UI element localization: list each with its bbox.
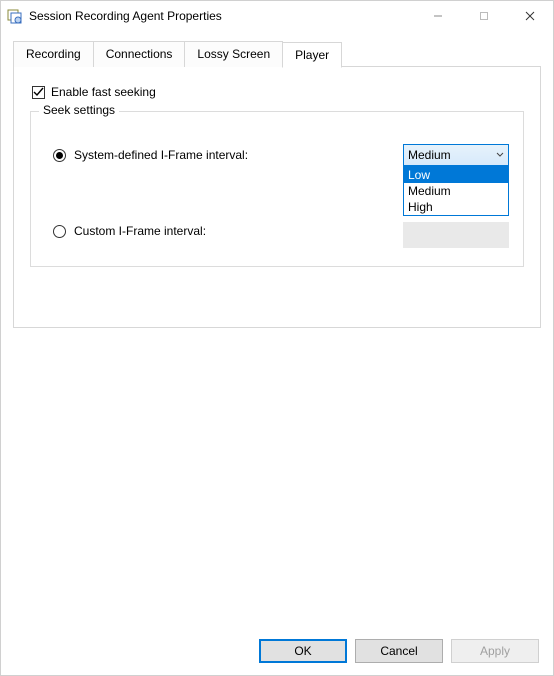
iframe-option-high[interactable]: High — [404, 199, 508, 215]
tab-panel-player: Enable fast seeking Seek settings System… — [13, 66, 541, 328]
tab-recording[interactable]: Recording — [13, 41, 94, 67]
app-icon — [7, 8, 23, 24]
system-iframe-radio[interactable] — [53, 149, 66, 162]
apply-button[interactable]: Apply — [451, 639, 539, 663]
titlebar: Session Recording Agent Properties — [1, 1, 553, 31]
chevron-down-icon — [496, 148, 504, 162]
close-button[interactable] — [507, 1, 553, 31]
seek-settings-fieldset: Seek settings System-defined I-Frame int… — [30, 111, 524, 267]
window-buttons — [415, 1, 553, 31]
enable-fast-seeking-label: Enable fast seeking — [51, 85, 156, 99]
iframe-option-medium[interactable]: Medium — [404, 183, 508, 199]
iframe-interval-selected: Medium — [408, 148, 451, 162]
seek-settings-legend: Seek settings — [39, 103, 119, 117]
minimize-button[interactable] — [415, 1, 461, 31]
tab-connections[interactable]: Connections — [93, 41, 186, 67]
tab-strip: Recording Connections Lossy Screen Playe… — [13, 41, 541, 67]
iframe-interval-dropdown-area: Medium Low Medium High — [403, 144, 509, 166]
custom-iframe-radio[interactable] — [53, 225, 66, 238]
iframe-interval-dropdown-list: Low Medium High — [403, 166, 509, 216]
ok-button[interactable]: OK — [259, 639, 347, 663]
maximize-button[interactable] — [461, 1, 507, 31]
iframe-option-low[interactable]: Low — [404, 167, 508, 183]
dropdown-shadow — [403, 222, 509, 248]
system-iframe-row: System-defined I-Frame interval: Medium … — [53, 144, 509, 166]
iframe-interval-dropdown[interactable]: Medium — [403, 144, 509, 166]
enable-fast-seeking-row: Enable fast seeking — [32, 85, 526, 99]
cancel-button[interactable]: Cancel — [355, 639, 443, 663]
system-iframe-label: System-defined I-Frame interval: — [74, 148, 403, 162]
button-bar: OK Cancel Apply — [1, 627, 553, 675]
enable-fast-seeking-checkbox[interactable] — [32, 86, 45, 99]
window-title: Session Recording Agent Properties — [29, 9, 415, 23]
tab-lossy-screen[interactable]: Lossy Screen — [184, 41, 283, 67]
content-area: Recording Connections Lossy Screen Playe… — [1, 31, 553, 627]
tab-player[interactable]: Player — [282, 42, 342, 68]
